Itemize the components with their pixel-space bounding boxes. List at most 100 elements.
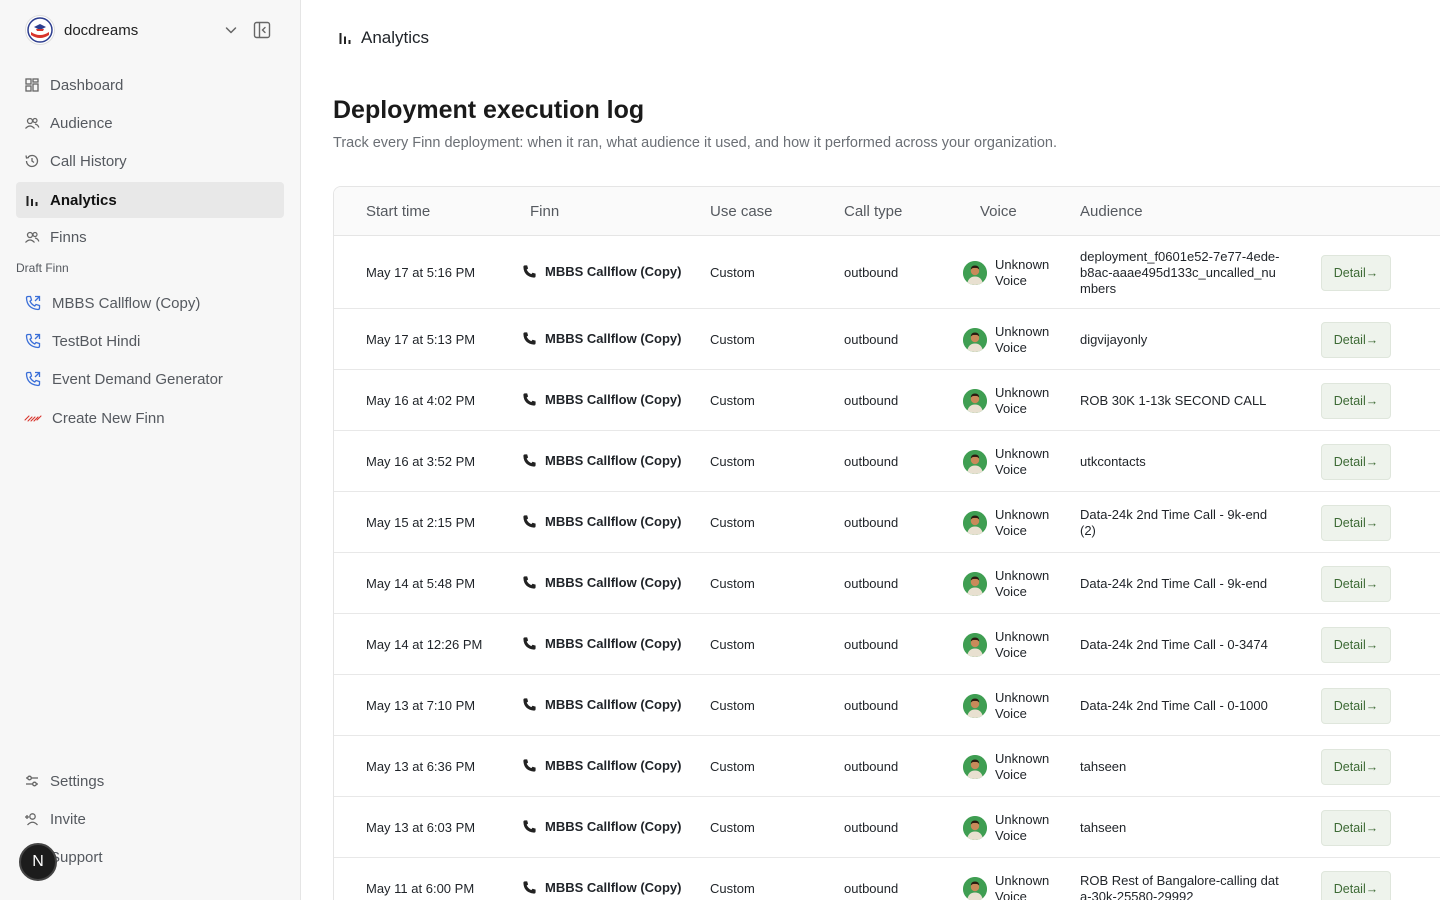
start-time-cell: May 17 at 5:16 PM [366,264,476,280]
table-row[interactable]: May 15 at 2:15 PM MBBS Callflow (Copy) Cus… [334,492,1440,553]
user-avatar[interactable]: N [19,843,57,881]
column-header-voice[interactable]: Voice [980,203,1017,220]
finn-cell[interactable]: MBBS Callflow (Copy) [522,819,682,834]
sidebar: docdreams Dashboard Audience Call Histor… [0,0,301,900]
table-row[interactable]: May 13 at 7:10 PM MBBS Callflow (Copy) Cus… [334,675,1440,736]
finn-cell[interactable]: MBBS Callflow (Copy) [522,392,682,407]
column-header-finn[interactable]: Finn [530,203,559,220]
detail-button[interactable]: Detail→ [1321,809,1391,846]
voice-avatar [963,754,987,779]
draft-finn-section-label: Draft Finn [16,261,69,275]
phone-icon [523,880,536,894]
table-row[interactable]: May 16 at 3:52 PM MBBS Callflow (Copy) Cus… [334,431,1440,492]
finn-cell[interactable]: MBBS Callflow (Copy) [522,575,682,590]
user-plus-icon [25,813,38,826]
sidebar-item-analytics[interactable]: Analytics [16,182,284,218]
detail-button[interactable]: Detail→ [1321,687,1391,724]
sidebar-item-settings[interactable]: Settings [16,763,284,799]
draft-item-label: MBBS Callflow (Copy) [52,294,201,312]
voice-cell: Unknown Voice [963,324,1057,356]
voice-cell: Unknown Voice [963,751,1057,783]
sidebar-item-dashboard[interactable]: Dashboard [16,67,284,103]
deployment-table: Start time Finn Use case Call type Voice… [333,186,1440,900]
detail-button[interactable]: Detail→ [1321,504,1391,541]
sidebar-item-call-history[interactable]: Call History [16,143,284,179]
finn-cell[interactable]: MBBS Callflow (Copy) [522,331,682,346]
detail-button[interactable]: Detail→ [1321,321,1391,358]
voice-avatar [963,327,987,352]
sidebar-item-label: Call History [50,152,127,170]
voice-name: Unknown Voice [995,628,1050,660]
column-header-call-type[interactable]: Call type [844,203,902,220]
start-time-cell: May 13 at 6:36 PM [366,758,476,774]
sidebar-item-label: Invite [50,810,86,828]
detail-button[interactable]: Detail→ [1321,443,1391,480]
org-switcher[interactable]: docdreams [25,14,275,46]
org-logo [25,15,55,45]
table-row[interactable]: May 16 at 4:02 PM MBBS Callflow (Copy) Cus… [334,370,1440,431]
sidebar-item-finns[interactable]: Finns [16,219,284,255]
users-icon [25,231,40,243]
create-new-finn-button[interactable]: Create New Finn [16,400,284,436]
finn-cell[interactable]: MBBS Callflow (Copy) [522,758,682,773]
voice-avatar [963,632,987,657]
voice-name: Unknown Voice [995,750,1050,782]
phone-icon [523,392,536,406]
column-header-use-case[interactable]: Use case [710,203,773,220]
finn-cell[interactable]: MBBS Callflow (Copy) [522,697,682,712]
draft-item-mbbs-callflow[interactable]: MBBS Callflow (Copy) [16,285,284,321]
use-case-cell: Custom [710,575,755,591]
detail-button[interactable]: Detail→ [1321,748,1391,785]
call-type-cell: outbound [844,575,899,591]
voice-name: Unknown Voice [995,384,1050,416]
detail-button[interactable]: Detail→ [1321,254,1391,291]
detail-button[interactable]: Detail→ [1321,626,1391,663]
voice-avatar [963,388,987,413]
column-header-start-time[interactable]: Start time [366,203,430,220]
column-header-audience[interactable]: Audience [1080,203,1143,220]
voice-cell: Unknown Voice [963,873,1057,900]
finn-cell[interactable]: MBBS Callflow (Copy) [522,264,682,279]
chevron-down-icon[interactable] [223,22,239,38]
table-row[interactable]: May 11 at 6:00 PM MBBS Callflow (Copy) Cus… [334,858,1440,900]
sidebar-item-label: Support [50,848,103,866]
voice-name: Unknown Voice [995,323,1050,355]
table-row[interactable]: May 13 at 6:03 PM MBBS Callflow (Copy) Cus… [334,797,1440,858]
audience-cell: ROB 30K 1-13k SECOND CALL [1080,392,1267,408]
detail-button[interactable]: Detail→ [1321,870,1391,900]
call-type-cell: outbound [844,331,899,347]
call-type-cell: outbound [844,514,899,530]
draft-item-event-demand-generator[interactable]: Event Demand Generator [16,361,284,397]
phone-icon [25,295,41,311]
collapse-sidebar-icon[interactable] [253,21,271,39]
use-case-cell: Custom [710,514,755,530]
sidebar-item-invite[interactable]: Invite [16,801,284,837]
table-row[interactable]: May 13 at 6:36 PM MBBS Callflow (Copy) Cus… [334,736,1440,797]
finn-cell[interactable]: MBBS Callflow (Copy) [522,636,682,651]
voice-name: Unknown Voice [995,445,1050,477]
use-case-cell: Custom [710,819,755,835]
voice-avatar [963,510,987,535]
detail-button[interactable]: Detail→ [1321,565,1391,602]
call-type-cell: outbound [844,697,899,713]
finn-cell[interactable]: MBBS Callflow (Copy) [522,514,682,529]
audience-cell: Data-24k 2nd Time Call - 0-3474 [1080,636,1268,652]
sidebar-item-label: Analytics [50,191,117,209]
draft-item-testbot-hindi[interactable]: TestBot Hindi [16,323,284,359]
finn-cell[interactable]: MBBS Callflow (Copy) [522,453,682,468]
table-row[interactable]: May 17 at 5:16 PM MBBS Callflow (Copy) Cus… [334,236,1440,309]
sidebar-item-audience[interactable]: Audience [16,105,284,141]
table-row[interactable]: May 14 at 12:26 PM MBBS Callflow (Copy) Cu… [334,614,1440,675]
phone-icon [523,636,536,650]
table-row[interactable]: May 14 at 5:48 PM MBBS Callflow (Copy) Cus… [334,553,1440,614]
phone-icon [523,697,536,711]
finn-cell[interactable]: MBBS Callflow (Copy) [522,880,682,895]
detail-button[interactable]: Detail→ [1321,382,1391,419]
start-time-cell: May 14 at 5:48 PM [366,575,476,591]
call-type-cell: outbound [844,392,899,408]
audience-cell: Data-24k 2nd Time Call - 9k-end [1080,575,1268,591]
table-row[interactable]: May 17 at 5:13 PM MBBS Callflow (Copy) Cus… [334,309,1440,370]
voice-avatar [963,571,987,596]
phone-icon [523,453,536,467]
start-time-cell: May 15 at 2:15 PM [366,514,476,530]
